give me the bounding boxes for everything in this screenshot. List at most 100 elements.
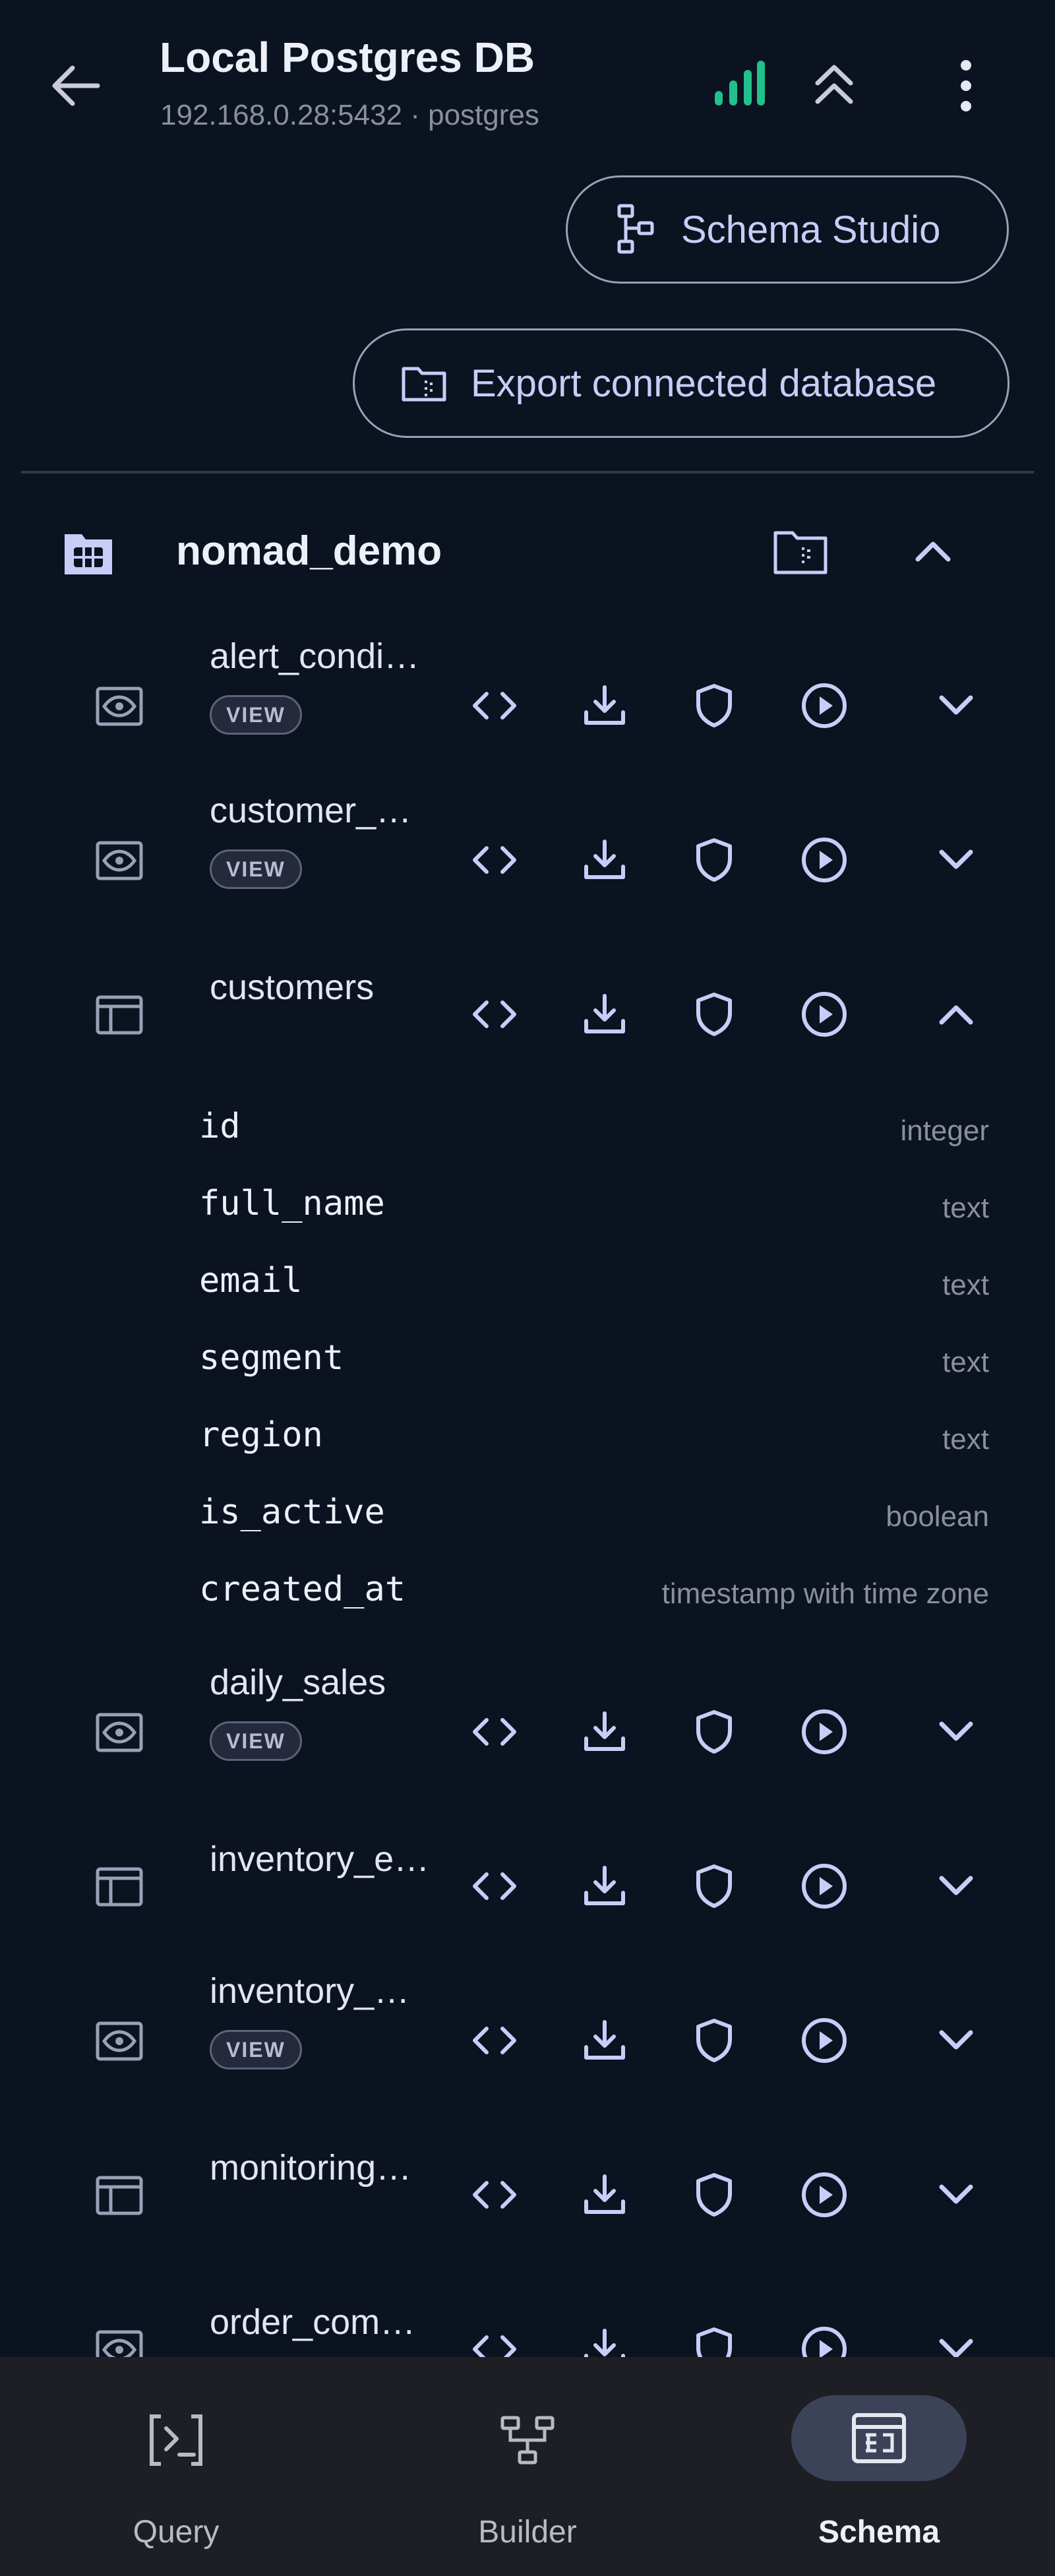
view-badge: VIEW bbox=[210, 849, 302, 889]
shield-icon[interactable] bbox=[688, 1860, 740, 1913]
column-name: id bbox=[199, 1107, 241, 1146]
table-icon bbox=[95, 1866, 144, 1907]
play-icon[interactable] bbox=[798, 988, 851, 1041]
schema-studio-button[interactable]: Schema Studio bbox=[566, 175, 1009, 284]
play-icon[interactable] bbox=[798, 2014, 851, 2067]
code-icon[interactable] bbox=[468, 1705, 521, 1758]
view-badge: VIEW bbox=[210, 695, 302, 735]
chevrons-up-icon[interactable] bbox=[811, 59, 857, 109]
code-icon[interactable] bbox=[468, 834, 521, 886]
signal-bars-icon[interactable] bbox=[712, 61, 765, 107]
download-icon[interactable] bbox=[578, 679, 631, 732]
divider bbox=[21, 471, 1034, 474]
shield-icon[interactable] bbox=[688, 988, 740, 1041]
object-name: alert_condi… bbox=[210, 636, 420, 676]
object-name: order_com… bbox=[210, 2302, 416, 2342]
diagram-icon bbox=[500, 2416, 555, 2465]
shield-icon[interactable] bbox=[688, 679, 740, 732]
chevron-down-icon[interactable] bbox=[930, 2175, 982, 2215]
play-icon[interactable] bbox=[798, 679, 851, 732]
download-icon[interactable] bbox=[578, 834, 631, 886]
object-name: customer_… bbox=[210, 791, 412, 830]
play-icon[interactable] bbox=[798, 1860, 851, 1913]
export-database-label: Export connected database bbox=[471, 361, 937, 405]
shield-icon[interactable] bbox=[688, 1705, 740, 1758]
database-folder-icon bbox=[62, 528, 115, 577]
eye-view-icon bbox=[95, 2021, 144, 2062]
connection-title: Local Postgres DB bbox=[160, 34, 535, 81]
export-database-button[interactable]: Export connected database bbox=[353, 328, 1010, 438]
shield-icon[interactable] bbox=[688, 2014, 740, 2067]
object-name: inventory_… bbox=[210, 1971, 410, 2011]
column-type: timestamp with time zone bbox=[661, 1578, 989, 1610]
chevron-up-icon[interactable] bbox=[930, 995, 982, 1034]
nav-schema[interactable]: Schema bbox=[780, 2357, 978, 2576]
column-name: segment bbox=[199, 1338, 344, 1378]
terminal-icon bbox=[150, 2414, 202, 2466]
column-type: integer bbox=[900, 1115, 989, 1147]
chevron-up-icon[interactable] bbox=[910, 533, 956, 570]
download-icon[interactable] bbox=[578, 1705, 631, 1758]
chevron-down-icon[interactable] bbox=[930, 1712, 982, 1752]
shield-icon[interactable] bbox=[688, 2168, 740, 2221]
column-name: full_name bbox=[199, 1184, 385, 1223]
eye-view-icon bbox=[95, 1712, 144, 1753]
column-name: created_at bbox=[199, 1570, 406, 1609]
back-icon[interactable] bbox=[46, 56, 106, 115]
folder-export-icon[interactable] bbox=[773, 528, 828, 575]
connection-subtitle: 192.168.0.28:5432 · postgres bbox=[160, 99, 539, 131]
nav-builder[interactable]: Builder bbox=[429, 2357, 626, 2576]
column-type: text bbox=[942, 1192, 989, 1224]
play-icon[interactable] bbox=[798, 2168, 851, 2221]
shield-icon[interactable] bbox=[688, 834, 740, 886]
code-icon[interactable] bbox=[468, 2014, 521, 2067]
view-badge: VIEW bbox=[210, 1721, 302, 1761]
chevron-down-icon[interactable] bbox=[930, 686, 982, 725]
nav-schema-label: Schema bbox=[818, 2515, 940, 2550]
column-row: region text bbox=[0, 1403, 1055, 1469]
column-row: email text bbox=[0, 1249, 1055, 1315]
column-type: text bbox=[942, 1423, 989, 1456]
column-type: boolean bbox=[886, 1500, 989, 1533]
nav-builder-label: Builder bbox=[478, 2515, 577, 2550]
hierarchy-icon bbox=[617, 204, 654, 254]
code-icon[interactable] bbox=[468, 1860, 521, 1913]
download-icon[interactable] bbox=[578, 2168, 631, 2221]
schema-name: nomad_demo bbox=[176, 528, 442, 574]
column-name: email bbox=[199, 1261, 303, 1301]
play-icon[interactable] bbox=[798, 834, 851, 886]
code-icon[interactable] bbox=[468, 2168, 521, 2221]
object-name: monitoring… bbox=[210, 2148, 412, 2188]
chevron-down-icon[interactable] bbox=[930, 840, 982, 880]
more-vertical-icon[interactable] bbox=[950, 56, 982, 115]
object-name: customers bbox=[210, 967, 375, 1007]
schema-studio-label: Schema Studio bbox=[681, 208, 941, 251]
chevron-down-icon[interactable] bbox=[930, 2021, 982, 2060]
folder-export-icon bbox=[402, 367, 446, 402]
code-icon[interactable] bbox=[468, 679, 521, 732]
view-badge: VIEW bbox=[210, 2030, 302, 2070]
object-name: daily_sales bbox=[210, 1663, 386, 1702]
column-type: text bbox=[942, 1269, 989, 1301]
download-icon[interactable] bbox=[578, 2014, 631, 2067]
chevron-down-icon[interactable] bbox=[930, 1866, 982, 1906]
bottom-navigation: Query Builder Schema bbox=[0, 2357, 1055, 2576]
eye-view-icon bbox=[95, 840, 144, 881]
column-name: is_active bbox=[199, 1492, 385, 1532]
download-icon[interactable] bbox=[578, 988, 631, 1041]
nav-query[interactable]: Query bbox=[77, 2357, 275, 2576]
table-icon bbox=[95, 995, 144, 1035]
column-row: created_at timestamp with time zone bbox=[0, 1558, 1055, 1624]
column-row: segment text bbox=[0, 1326, 1055, 1392]
column-row: is_active boolean bbox=[0, 1481, 1055, 1547]
column-name: region bbox=[199, 1415, 323, 1455]
schema-screen: Local Postgres DB 192.168.0.28:5432 · po… bbox=[0, 0, 1055, 2576]
download-icon[interactable] bbox=[578, 1860, 631, 1913]
play-icon[interactable] bbox=[798, 1705, 851, 1758]
code-icon[interactable] bbox=[468, 988, 521, 1041]
nav-query-label: Query bbox=[133, 2515, 220, 2550]
column-row: full_name text bbox=[0, 1172, 1055, 1238]
object-name: inventory_e… bbox=[210, 1839, 430, 1879]
column-type: text bbox=[942, 1346, 989, 1378]
table-icon bbox=[95, 2175, 144, 2216]
